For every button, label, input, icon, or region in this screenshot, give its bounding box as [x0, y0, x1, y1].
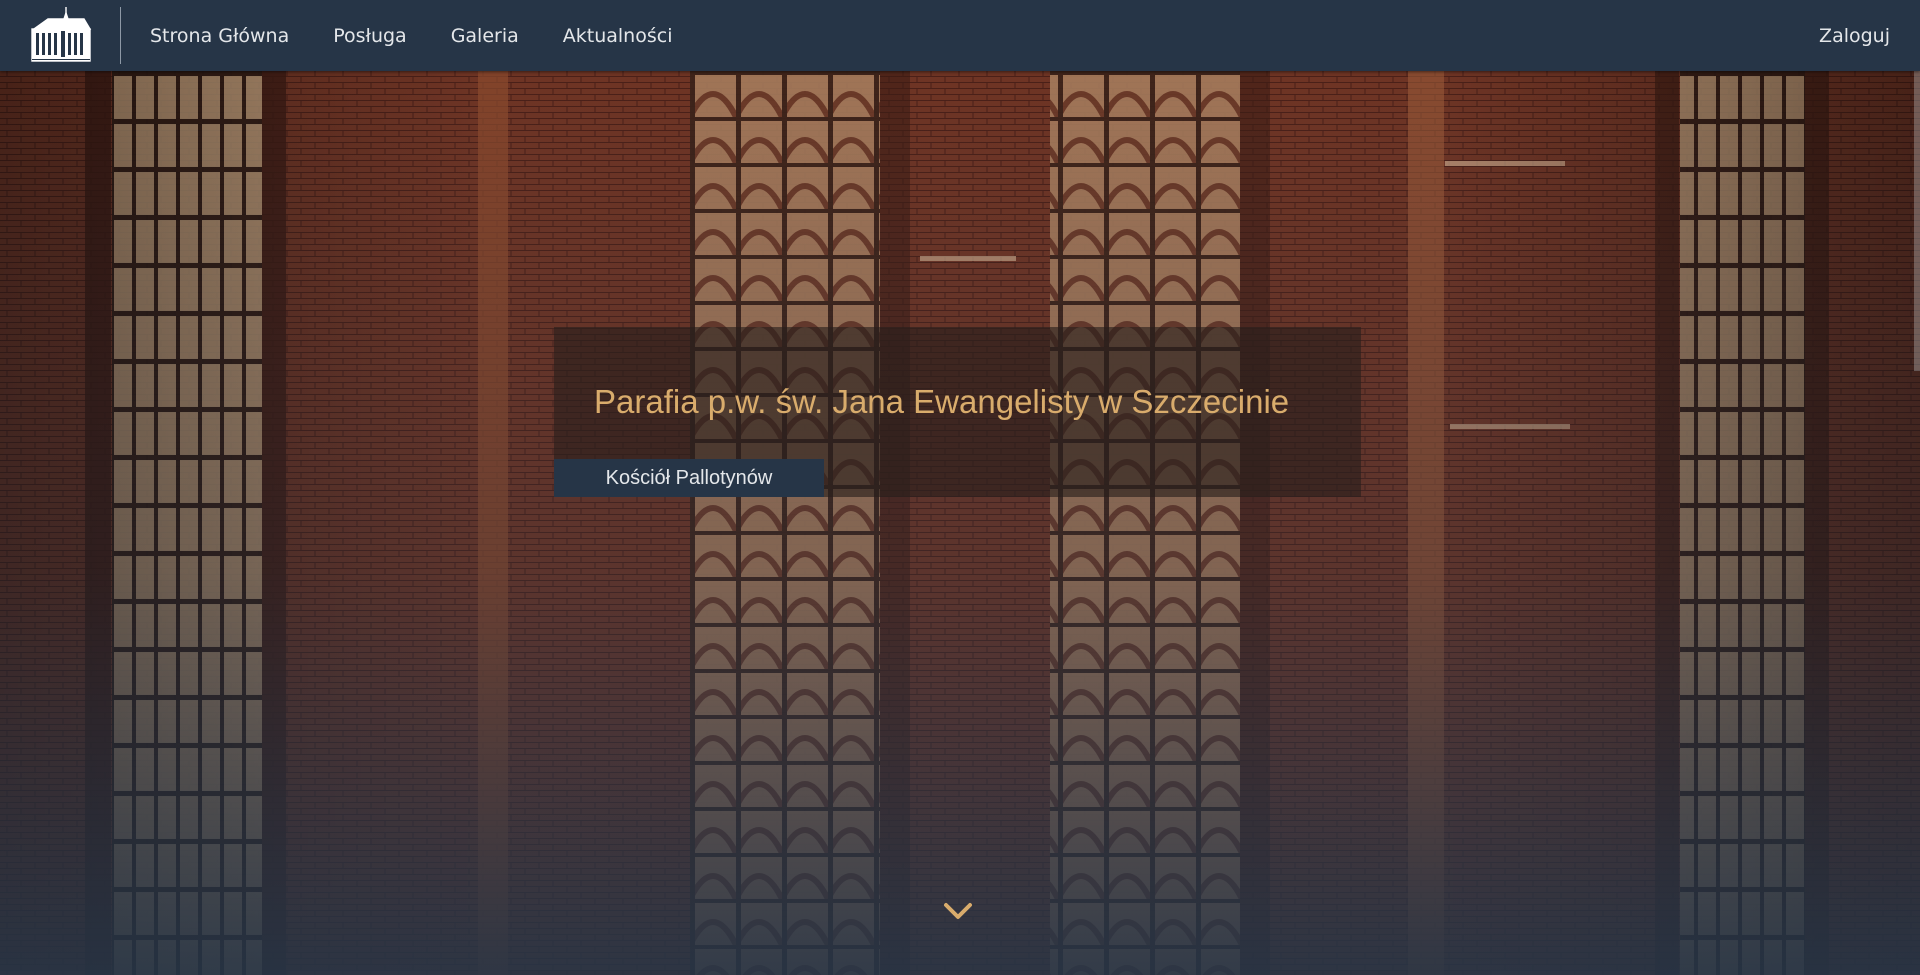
church-logo[interactable]: [26, 5, 94, 65]
nav-link-gallery[interactable]: Galeria: [451, 25, 519, 47]
church-interior-background: [0, 71, 1920, 975]
hero-subtitle: Kościół Pallotynów: [554, 459, 824, 497]
chevron-down-icon[interactable]: [940, 897, 976, 923]
church-icon: [31, 7, 92, 62]
top-navbar: Strona Główna Posługa Galeria Aktualnośc…: [0, 0, 1920, 71]
page-scrollbar[interactable]: [1914, 71, 1920, 371]
hero-caption-box: Parafia p.w. św. Jana Ewangelisty w Szcz…: [554, 327, 1361, 497]
main-nav: Strona Główna Posługa Galeria Aktualnośc…: [150, 0, 716, 71]
nav-divider: [120, 7, 121, 64]
hero-title: Parafia p.w. św. Jana Ewangelisty w Szcz…: [594, 383, 1290, 420]
nav-link-home[interactable]: Strona Główna: [150, 25, 289, 47]
hero-section: Parafia p.w. św. Jana Ewangelisty w Szcz…: [0, 71, 1920, 975]
login-link[interactable]: Zaloguj: [1819, 0, 1890, 71]
nav-link-news[interactable]: Aktualności: [563, 25, 673, 47]
nav-link-ministry[interactable]: Posługa: [333, 25, 406, 47]
